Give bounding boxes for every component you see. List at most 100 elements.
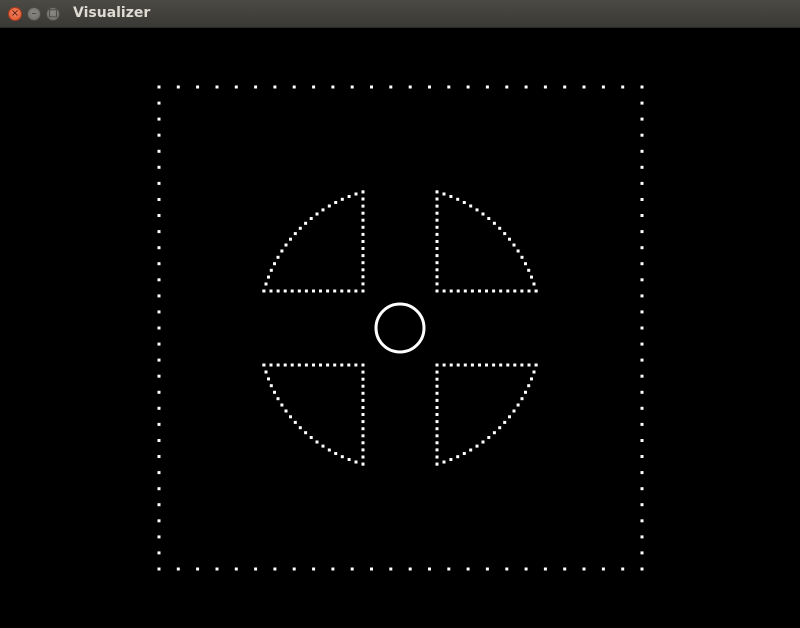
sector-dot	[273, 262, 276, 266]
sector-dot	[527, 289, 531, 293]
sector-dot	[492, 363, 496, 367]
boundary-dot	[292, 567, 296, 571]
sector-dot	[449, 458, 453, 461]
boundary-dot	[640, 294, 644, 298]
sector-dot	[298, 426, 302, 430]
sector-dot	[499, 363, 503, 367]
boundary-dot	[157, 503, 161, 507]
boundary-dot	[485, 567, 489, 571]
sector-dot	[297, 363, 301, 367]
boundary-dot	[157, 149, 161, 153]
boundary-dot	[157, 342, 161, 346]
sector-dot	[512, 409, 516, 413]
boundary-dot	[601, 567, 605, 571]
sector-dot	[503, 232, 507, 236]
sector-dot	[267, 377, 270, 381]
boundary-dot	[640, 535, 644, 539]
boundary-dot	[447, 567, 451, 571]
sector-dot	[513, 289, 517, 293]
sector-dot	[435, 211, 439, 215]
sector-dot	[293, 232, 297, 236]
sector-dot	[354, 363, 358, 367]
sector-dot	[478, 363, 481, 367]
sector-dot	[315, 440, 319, 444]
boundary-dot	[640, 455, 644, 458]
boundary-dot	[621, 85, 625, 89]
boundary-dot	[447, 85, 451, 89]
sector-dot	[435, 240, 439, 243]
sector-dot	[304, 221, 308, 225]
quadrant-top-left	[262, 190, 365, 293]
sector-dot	[326, 363, 330, 367]
boundary-dot	[157, 519, 161, 523]
boundary-dot	[215, 85, 219, 89]
sector-dot	[456, 455, 460, 459]
sector-dot	[475, 444, 479, 448]
sector-dot	[435, 225, 439, 229]
sector-dot	[361, 225, 365, 229]
sector-dot	[527, 268, 531, 272]
boundary-dot	[389, 567, 393, 571]
sector-dot	[361, 197, 365, 201]
sector-dot	[487, 217, 491, 220]
sector-dot	[456, 197, 460, 201]
sector-dot	[442, 460, 446, 464]
sector-dot	[361, 391, 365, 395]
boundary-dot	[273, 567, 277, 571]
boundary-dotted-square	[157, 85, 644, 571]
sector-dot	[284, 409, 288, 413]
sector-dot	[435, 455, 439, 459]
boundary-dot	[563, 567, 567, 571]
sector-dot	[435, 232, 439, 236]
sector-dot	[283, 289, 287, 293]
boundary-dot	[176, 567, 180, 571]
boundary-dot	[254, 85, 258, 89]
sector-dot	[340, 455, 344, 459]
sector-dot	[361, 406, 365, 409]
sector-dot	[361, 434, 365, 438]
maximize-button[interactable]: □	[46, 7, 60, 21]
sector-dot	[321, 444, 325, 448]
sector-dot	[530, 275, 533, 279]
sector-dot	[524, 262, 527, 266]
sector-dot	[361, 282, 365, 286]
sector-dot	[456, 363, 460, 367]
sector-dot	[435, 377, 439, 381]
sector-dot	[361, 218, 365, 222]
boundary-dot	[157, 471, 161, 475]
sector-dot	[297, 289, 301, 293]
sector-dot	[520, 397, 524, 401]
sector-dot	[361, 363, 365, 367]
boundary-dot	[640, 439, 644, 442]
sector-dot	[449, 289, 453, 293]
sector-dot	[435, 261, 439, 265]
boundary-dot	[640, 358, 644, 362]
sector-dot	[435, 363, 439, 367]
boundary-dot	[466, 85, 470, 89]
sector-dot	[361, 370, 365, 374]
boundary-dot	[640, 519, 644, 523]
boundary-dot	[640, 101, 644, 105]
sector-dot	[333, 363, 337, 367]
sector-dot	[442, 192, 446, 196]
sector-dot	[361, 211, 365, 215]
sector-dot	[498, 426, 502, 430]
sector-dot	[361, 232, 365, 236]
sector-dot	[435, 391, 439, 395]
sector-dot	[327, 448, 331, 452]
title-bar[interactable]: × – □ Visualizer	[0, 0, 800, 28]
boundary-dot	[640, 310, 644, 314]
sector-dot	[289, 237, 292, 241]
quadrant-bottom-left	[262, 363, 365, 466]
boundary-dot	[640, 198, 644, 201]
sector-dot	[435, 204, 439, 208]
sector-dot	[284, 243, 288, 247]
boundary-dot	[157, 326, 161, 330]
minimize-button[interactable]: –	[27, 7, 41, 21]
sector-dot	[354, 289, 358, 293]
sector-dot	[319, 289, 322, 293]
sector-dot	[470, 363, 474, 367]
close-button[interactable]: ×	[8, 7, 22, 21]
boundary-dot	[640, 471, 644, 475]
sector-dot	[354, 460, 358, 464]
